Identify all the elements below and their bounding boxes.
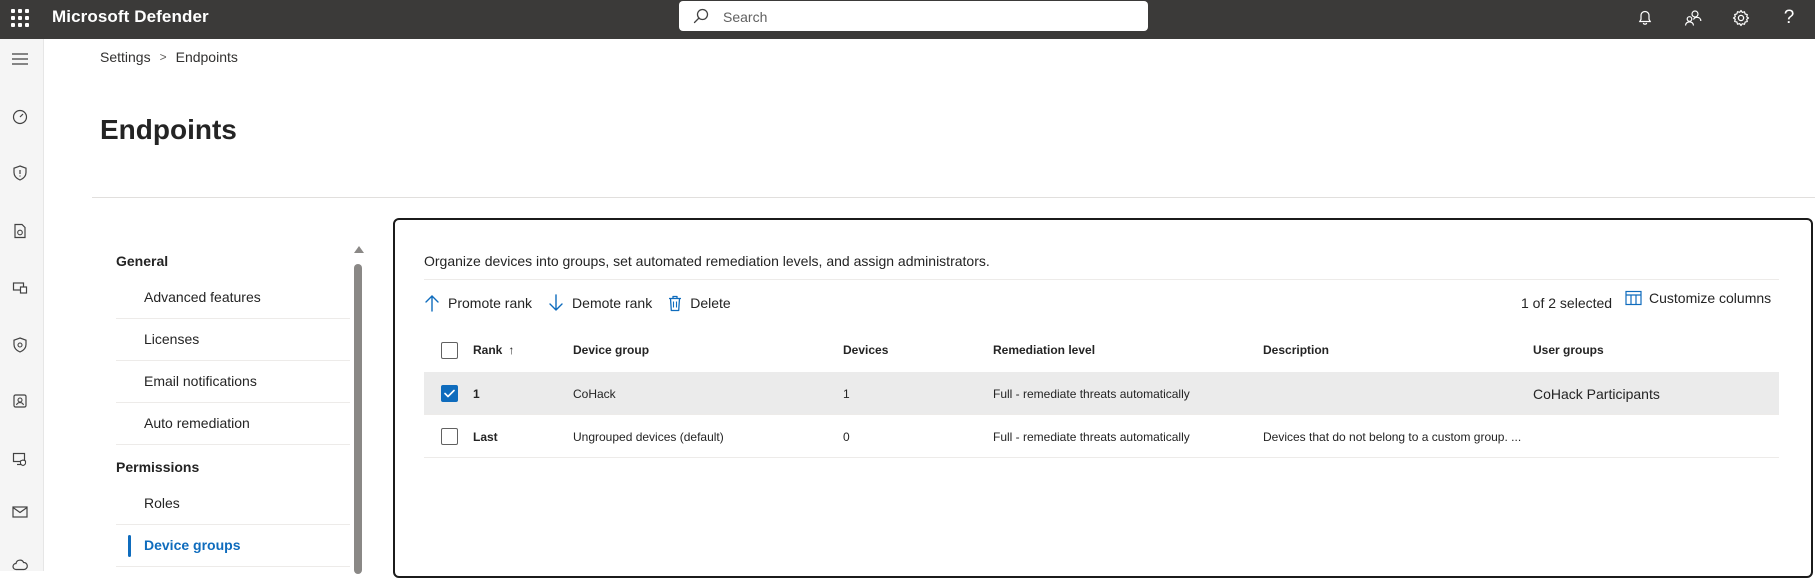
header-rank[interactable]: Rank ↑ (473, 330, 514, 370)
identity-icon[interactable] (10, 391, 30, 411)
select-all-checkbox[interactable] (441, 341, 458, 359)
nav-item-licenses[interactable]: Licenses (116, 319, 350, 361)
page-title: Endpoints (100, 114, 237, 145)
checkmark-icon (444, 389, 455, 398)
demote-rank-button[interactable]: Demote rank (548, 294, 652, 312)
cell-rank: Last (473, 429, 498, 444)
cell-devices: 1 (843, 386, 850, 401)
nav-item-auto-remediation[interactable]: Auto remediation (116, 403, 350, 445)
sort-ascending-icon: ↑ (508, 343, 515, 357)
row-checkbox-cell (441, 415, 458, 458)
breadcrumb-settings[interactable]: Settings (100, 49, 151, 65)
nav-group-general: General (116, 253, 169, 269)
table-header: Rank ↑ Device group Devices Remediation … (424, 330, 1779, 370)
cloud-icon[interactable] (10, 555, 30, 575)
chevron-right-icon: > (159, 50, 167, 64)
devices-icon[interactable] (10, 278, 30, 298)
nav-scrollbar[interactable] (353, 246, 364, 574)
table-row[interactable]: Last Ungrouped devices (default) 0 Full … (424, 415, 1779, 458)
report-icon[interactable] (10, 221, 30, 241)
arrow-down-icon (549, 294, 563, 311)
row-checkbox[interactable] (441, 428, 458, 445)
header-device-group[interactable]: Device group (573, 330, 649, 370)
customize-columns-icon (1625, 290, 1642, 306)
search-input[interactable]: Search (679, 1, 1148, 31)
header-user-groups[interactable]: User groups (1533, 330, 1604, 370)
title-divider (92, 197, 1815, 198)
row-checkbox-cell (441, 372, 458, 415)
shield-icon[interactable] (10, 163, 30, 183)
home-icon[interactable] (10, 107, 30, 127)
arrow-up-icon (425, 295, 439, 312)
selection-count: 1 of 2 selected (1521, 295, 1613, 311)
table-row[interactable]: 1 CoHack 1 Full - remediate threats auto… (424, 372, 1779, 415)
cell-device-group: CoHack (573, 386, 616, 401)
customize-columns-button[interactable]: Customize columns (1625, 290, 1771, 306)
header-remediation-level[interactable]: Remediation level (993, 330, 1095, 370)
scroll-up-icon[interactable] (354, 246, 364, 253)
row-checkbox[interactable] (441, 385, 458, 402)
left-rail (0, 39, 44, 571)
nav-item-email-notifications[interactable]: Email notifications (116, 361, 350, 403)
description-divider (424, 279, 1779, 280)
search-placeholder: Search (723, 9, 768, 25)
people-icon[interactable] (1680, 5, 1706, 31)
endpoint-icon[interactable] (10, 449, 30, 469)
header-devices[interactable]: Devices (843, 330, 888, 370)
help-icon[interactable]: ? (1776, 5, 1802, 31)
gear-icon[interactable] (1728, 5, 1754, 31)
cell-devices: 0 (843, 429, 850, 444)
select-all-cell (441, 330, 458, 370)
panel-description: Organize devices into groups, set automa… (424, 253, 990, 269)
nav-item-advanced-features[interactable]: Advanced features (116, 277, 350, 319)
search-icon (693, 8, 709, 24)
top-bar: Microsoft Defender Search ? (0, 0, 1815, 39)
secure-score-icon[interactable] (10, 335, 30, 355)
mail-icon[interactable] (10, 502, 30, 522)
trash-icon (669, 295, 682, 311)
cell-description: Devices that do not belong to a custom g… (1263, 429, 1522, 444)
nav-item-roles[interactable]: Roles (116, 483, 350, 525)
cell-remediation-level: Full - remediate threats automatically (993, 429, 1190, 444)
cell-user-groups: CoHack Participants (1533, 385, 1660, 402)
nav-item-device-groups[interactable]: Device groups (116, 525, 350, 567)
command-bar: Promote rank Demote rank Delete (424, 290, 747, 316)
cell-remediation-level: Full - remediate threats automatically (993, 386, 1190, 401)
promote-rank-button[interactable]: Promote rank (424, 294, 532, 312)
breadcrumb: Settings > Endpoints (100, 49, 238, 65)
nav-group-permissions: Permissions (116, 459, 200, 475)
hamburger-icon[interactable] (10, 49, 30, 69)
delete-button[interactable]: Delete (668, 295, 731, 312)
header-description[interactable]: Description (1263, 330, 1329, 370)
scrollbar-thumb[interactable] (354, 264, 362, 574)
waffle-icon[interactable] (10, 8, 30, 28)
cell-device-group: Ungrouped devices (default) (573, 429, 724, 444)
bell-icon[interactable] (1632, 5, 1658, 31)
breadcrumb-endpoints[interactable]: Endpoints (176, 49, 238, 65)
app-title[interactable]: Microsoft Defender (52, 7, 209, 27)
cell-rank: 1 (473, 386, 480, 401)
